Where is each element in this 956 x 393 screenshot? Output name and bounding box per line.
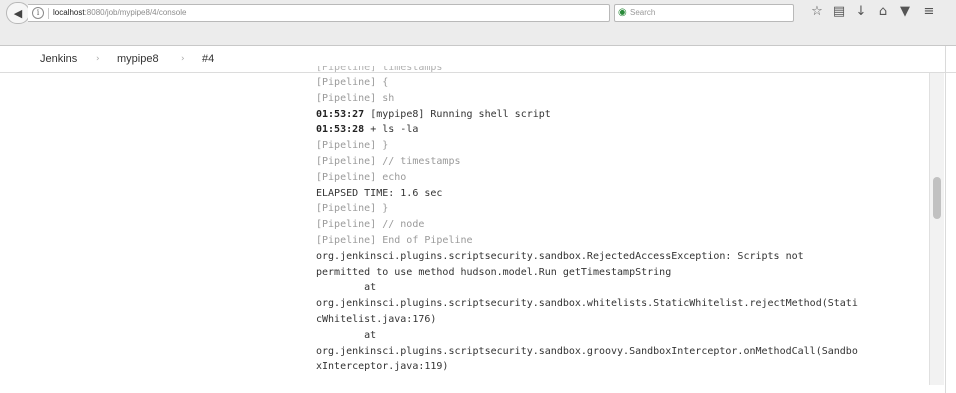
search-input[interactable]: ◉ Search xyxy=(614,4,794,22)
star-icon[interactable]: ☆ xyxy=(808,4,826,20)
url-path: :8080/job/mypipe8/4/console xyxy=(84,8,187,17)
breadcrumb-jenkins[interactable]: Jenkins xyxy=(40,52,77,66)
back-icon[interactable]: ◀ xyxy=(6,2,30,24)
console-line: 01:53:28 + ls -la xyxy=(316,122,928,138)
scrollbar-thumb[interactable] xyxy=(933,177,941,219)
breadcrumb-separator: › xyxy=(181,54,185,64)
breadcrumb-build[interactable]: #4 xyxy=(202,52,214,66)
search-engine-icon[interactable]: ◉ xyxy=(618,7,627,19)
console-line: [Pipeline] // timestamps xyxy=(316,155,461,167)
console-line: xInterceptor.java:119) xyxy=(316,361,449,373)
console-timestamp: 01:53:28 xyxy=(316,124,365,136)
console-line: [Pipeline] } xyxy=(316,140,389,152)
breadcrumb-separator: › xyxy=(96,54,100,64)
console-line: org.jenkinsci.plugins.scriptsecurity.san… xyxy=(316,298,858,310)
console-line: 01:53:27 [mypipe8] Running shell script xyxy=(316,107,928,123)
home-icon[interactable]: ⌂ xyxy=(874,4,892,20)
url-bar[interactable]: i localhost:8080/job/mypipe8/4/console ↻ xyxy=(28,4,633,22)
console-line: ELAPSED TIME: 1.6 sec xyxy=(316,187,443,199)
reading-list-icon[interactable]: ▤ xyxy=(830,4,848,20)
url-host: localhost xyxy=(53,8,85,17)
page-border xyxy=(945,46,946,393)
info-icon[interactable]: i xyxy=(32,7,44,19)
console-line: [Pipeline] End of Pipeline xyxy=(316,234,473,246)
console-line: at xyxy=(316,282,377,294)
breadcrumb-job[interactable]: mypipe8 xyxy=(117,52,159,66)
search-placeholder: Search xyxy=(630,8,656,17)
menu-icon[interactable]: ≡ xyxy=(920,4,938,20)
browser-toolbar: ◀ i localhost:8080/job/mypipe8/4/console… xyxy=(0,0,956,46)
console-line: [Pipeline] echo xyxy=(316,171,407,183)
console-line: [Pipeline] timestamps xyxy=(316,66,443,73)
pocket-icon[interactable]: ▼ xyxy=(896,4,914,20)
url-text[interactable]: localhost:8080/job/mypipe8/4/console xyxy=(53,7,186,19)
download-icon[interactable]: ↓ xyxy=(852,4,870,20)
console-line: org.jenkinsci.plugins.scriptsecurity.san… xyxy=(316,250,804,262)
scrollbar[interactable] xyxy=(929,73,944,385)
console-line: [Pipeline] sh xyxy=(316,92,395,104)
console-line: at xyxy=(316,329,377,341)
url-divider xyxy=(48,8,49,19)
console-text: + ls -la xyxy=(364,124,419,136)
console-line: [Pipeline] // node xyxy=(316,219,425,231)
console-line: [Pipeline] { xyxy=(316,77,389,88)
console-timestamp: 01:53:27 xyxy=(316,108,365,120)
console-output: [Pipeline] timestamps [Pipeline] { [Pipeli… xyxy=(316,66,928,375)
console-line: cWhitelist.java:176) xyxy=(316,313,437,325)
console-line: org.jenkinsci.plugins.scriptsecurity.san… xyxy=(316,345,858,357)
console-line: [Pipeline] } xyxy=(316,203,389,215)
console-line: permitted to use method hudson.model.Run… xyxy=(316,266,672,278)
console-text: [mypipe8] Running shell script xyxy=(364,108,551,120)
